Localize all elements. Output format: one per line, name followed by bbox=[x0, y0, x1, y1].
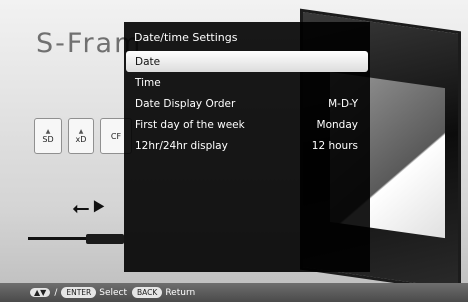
enter-key-icon: ENTER bbox=[61, 287, 97, 298]
up-down-arrows-icon: ▲▼ bbox=[30, 288, 51, 297]
menu-item-label: First day of the week bbox=[135, 118, 245, 131]
date-time-settings-menu: Date/time Settings Date Time Date Displa… bbox=[124, 22, 370, 272]
menu-item-date-display-order[interactable]: Date Display Order M-D-Y bbox=[126, 93, 368, 114]
frame-screen: S-Fram ▲ SD ▲ xD CF ⭠⯈ Date/time Setting… bbox=[0, 0, 468, 302]
menu-item-12hr-24hr-display[interactable]: 12hr/24hr display 12 hours bbox=[126, 135, 368, 156]
select-label: Select bbox=[99, 287, 128, 298]
menu-item-label: Time bbox=[135, 76, 161, 89]
menu-item-value: 12 hours bbox=[311, 139, 358, 152]
menu-item-label: 12hr/24hr display bbox=[135, 139, 228, 152]
menu-item-first-day-of-week[interactable]: First day of the week Monday bbox=[126, 114, 368, 135]
menu-item-label: Date Display Order bbox=[135, 97, 236, 110]
usb-icon: ⭠⯈ bbox=[72, 196, 108, 221]
return-label: Return bbox=[165, 287, 196, 298]
xd-card-label: xD bbox=[75, 135, 87, 144]
sd-card-label: SD bbox=[42, 135, 54, 144]
footer-slash: / bbox=[54, 287, 58, 298]
xd-card-icon: ▲ xD bbox=[68, 118, 94, 154]
usb-cable-icon bbox=[28, 234, 124, 244]
menu-title: Date/time Settings bbox=[134, 31, 238, 44]
menu-item-time[interactable]: Time bbox=[126, 72, 368, 93]
menu-item-value: M-D-Y bbox=[328, 97, 358, 110]
sd-card-icon: ▲ SD bbox=[34, 118, 62, 154]
footer-hint-bar: ▲▼ / ENTER Select BACK Return bbox=[0, 283, 468, 302]
cf-card-label: CF bbox=[110, 131, 122, 141]
back-key-icon: BACK bbox=[132, 287, 163, 298]
menu-item-date[interactable]: Date bbox=[126, 51, 368, 72]
menu-item-label: Date bbox=[135, 55, 161, 68]
menu-item-value: Monday bbox=[316, 118, 358, 131]
